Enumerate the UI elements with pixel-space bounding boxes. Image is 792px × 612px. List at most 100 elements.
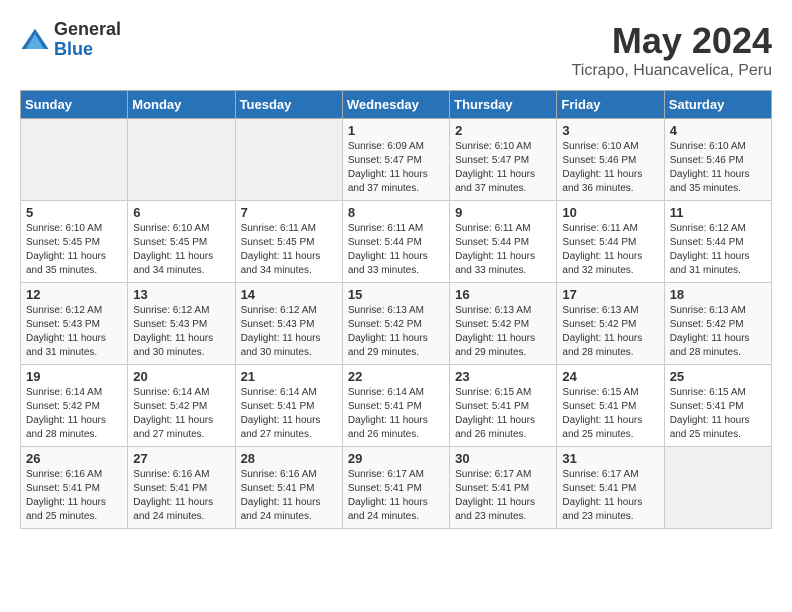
logo: General Blue [20,20,121,60]
day-number: 11 [670,205,766,220]
calendar-header: SundayMondayTuesdayWednesdayThursdayFrid… [21,91,772,119]
day-info: Sunrise: 6:17 AMSunset: 5:41 PMDaylight:… [348,468,444,524]
day-info: Sunrise: 6:12 AMSunset: 5:43 PMDaylight:… [26,304,122,360]
week-row-5: 26 Sunrise: 6:16 AMSunset: 5:41 PMDayligh… [21,447,772,529]
day-info: Sunrise: 6:13 AMSunset: 5:42 PMDaylight:… [670,304,766,360]
day-number: 23 [455,369,551,384]
day-number: 20 [133,369,229,384]
day-header-friday: Friday [557,91,664,119]
week-row-3: 12 Sunrise: 6:12 AMSunset: 5:43 PMDayligh… [21,283,772,365]
day-number: 14 [241,287,337,302]
calendar-table: SundayMondayTuesdayWednesdayThursdayFrid… [20,90,772,529]
day-number: 24 [562,369,658,384]
day-cell: 30 Sunrise: 6:17 AMSunset: 5:41 PMDayligh… [450,447,557,529]
day-info: Sunrise: 6:13 AMSunset: 5:42 PMDaylight:… [455,304,551,360]
day-info: Sunrise: 6:14 AMSunset: 5:42 PMDaylight:… [133,386,229,442]
day-number: 16 [455,287,551,302]
day-number: 21 [241,369,337,384]
day-cell [21,119,128,201]
day-number: 22 [348,369,444,384]
day-cell: 3Sunrise: 6:10 AMSunset: 5:46 PMDaylight… [557,119,664,201]
day-info: Sunrise: 6:10 AMSunset: 5:47 PMDaylight:… [455,140,551,196]
day-number: 2 [455,123,551,138]
day-cell: 18Sunrise: 6:13 AMSunset: 5:42 PMDayligh… [664,283,771,365]
day-cell: 22 Sunrise: 6:14 AMSunset: 5:41 PMDayligh… [342,365,449,447]
day-info: Sunrise: 6:14 AMSunset: 5:42 PMDaylight:… [26,386,122,442]
day-info: Sunrise: 6:14 AMSunset: 5:41 PMDaylight:… [241,386,337,442]
page-header: General Blue May 2024 Ticrapo, Huancavel… [20,20,772,80]
day-cell: 20 Sunrise: 6:14 AMSunset: 5:42 PMDayligh… [128,365,235,447]
day-header-saturday: Saturday [664,91,771,119]
day-cell: 31 Sunrise: 6:17 AMSunset: 5:41 PMDayligh… [557,447,664,529]
day-number: 9 [455,205,551,220]
day-info: Sunrise: 6:11 AMSunset: 5:44 PMDaylight:… [562,222,658,278]
day-cell: 23Sunrise: 6:15 AMSunset: 5:41 PMDayligh… [450,365,557,447]
day-info: Sunrise: 6:16 AMSunset: 5:41 PMDaylight:… [133,468,229,524]
day-info: Sunrise: 6:12 AMSunset: 5:43 PMDaylight:… [133,304,229,360]
logo-general-text: General [54,20,121,40]
day-number: 8 [348,205,444,220]
day-header-monday: Monday [128,91,235,119]
day-cell: 11 Sunrise: 6:12 AMSunset: 5:44 PMDayligh… [664,201,771,283]
day-cell: 14 Sunrise: 6:12 AMSunset: 5:43 PMDayligh… [235,283,342,365]
day-info: Sunrise: 6:11 AMSunset: 5:45 PMDaylight:… [241,222,337,278]
day-number: 26 [26,451,122,466]
day-cell: 19 Sunrise: 6:14 AMSunset: 5:42 PMDayligh… [21,365,128,447]
day-number: 4 [670,123,766,138]
day-cell: 4Sunrise: 6:10 AMSunset: 5:46 PMDaylight… [664,119,771,201]
day-number: 12 [26,287,122,302]
day-cell: 16 Sunrise: 6:13 AMSunset: 5:42 PMDayligh… [450,283,557,365]
day-cell: 2 Sunrise: 6:10 AMSunset: 5:47 PMDaylight… [450,119,557,201]
day-cell [664,447,771,529]
day-cell [128,119,235,201]
day-number: 19 [26,369,122,384]
day-cell: 10 Sunrise: 6:11 AMSunset: 5:44 PMDayligh… [557,201,664,283]
day-number: 25 [670,369,766,384]
day-info: Sunrise: 6:16 AMSunset: 5:41 PMDaylight:… [26,468,122,524]
day-cell: 26 Sunrise: 6:16 AMSunset: 5:41 PMDayligh… [21,447,128,529]
month-title: May 2024 [572,20,772,62]
day-number: 27 [133,451,229,466]
day-cell: 9Sunrise: 6:11 AMSunset: 5:44 PMDaylight… [450,201,557,283]
day-number: 6 [133,205,229,220]
day-cell: 13 Sunrise: 6:12 AMSunset: 5:43 PMDayligh… [128,283,235,365]
day-info: Sunrise: 6:13 AMSunset: 5:42 PMDaylight:… [562,304,658,360]
day-number: 5 [26,205,122,220]
calendar-body: 1Sunrise: 6:09 AMSunset: 5:47 PMDaylight… [21,119,772,529]
day-info: Sunrise: 6:14 AMSunset: 5:41 PMDaylight:… [348,386,444,442]
week-row-2: 5 Sunrise: 6:10 AMSunset: 5:45 PMDaylight… [21,201,772,283]
day-info: Sunrise: 6:10 AMSunset: 5:45 PMDaylight:… [26,222,122,278]
day-number: 7 [241,205,337,220]
logo-text: General Blue [54,20,121,60]
day-cell: 6 Sunrise: 6:10 AMSunset: 5:45 PMDaylight… [128,201,235,283]
day-number: 17 [562,287,658,302]
day-number: 30 [455,451,551,466]
day-cell: 27 Sunrise: 6:16 AMSunset: 5:41 PMDayligh… [128,447,235,529]
day-cell: 7 Sunrise: 6:11 AMSunset: 5:45 PMDaylight… [235,201,342,283]
day-number: 1 [348,123,444,138]
day-info: Sunrise: 6:12 AMSunset: 5:44 PMDaylight:… [670,222,766,278]
day-number: 31 [562,451,658,466]
day-cell [235,119,342,201]
week-row-4: 19 Sunrise: 6:14 AMSunset: 5:42 PMDayligh… [21,365,772,447]
day-cell: 28Sunrise: 6:16 AMSunset: 5:41 PMDayligh… [235,447,342,529]
day-cell: 17 Sunrise: 6:13 AMSunset: 5:42 PMDayligh… [557,283,664,365]
day-number: 29 [348,451,444,466]
day-cell: 25 Sunrise: 6:15 AMSunset: 5:41 PMDayligh… [664,365,771,447]
day-info: Sunrise: 6:10 AMSunset: 5:45 PMDaylight:… [133,222,229,278]
day-info: Sunrise: 6:17 AMSunset: 5:41 PMDaylight:… [562,468,658,524]
day-info: Sunrise: 6:12 AMSunset: 5:43 PMDaylight:… [241,304,337,360]
day-cell: 1Sunrise: 6:09 AMSunset: 5:47 PMDaylight… [342,119,449,201]
days-header-row: SundayMondayTuesdayWednesdayThursdayFrid… [21,91,772,119]
day-number: 13 [133,287,229,302]
day-info: Sunrise: 6:15 AMSunset: 5:41 PMDaylight:… [670,386,766,442]
day-cell: 21 Sunrise: 6:14 AMSunset: 5:41 PMDayligh… [235,365,342,447]
day-info: Sunrise: 6:11 AMSunset: 5:44 PMDaylight:… [348,222,444,278]
day-number: 10 [562,205,658,220]
day-number: 28 [241,451,337,466]
day-info: Sunrise: 6:15 AMSunset: 5:41 PMDaylight:… [562,386,658,442]
day-info: Sunrise: 6:13 AMSunset: 5:42 PMDaylight:… [348,304,444,360]
day-cell: 5 Sunrise: 6:10 AMSunset: 5:45 PMDaylight… [21,201,128,283]
day-info: Sunrise: 6:17 AMSunset: 5:41 PMDaylight:… [455,468,551,524]
day-header-wednesday: Wednesday [342,91,449,119]
